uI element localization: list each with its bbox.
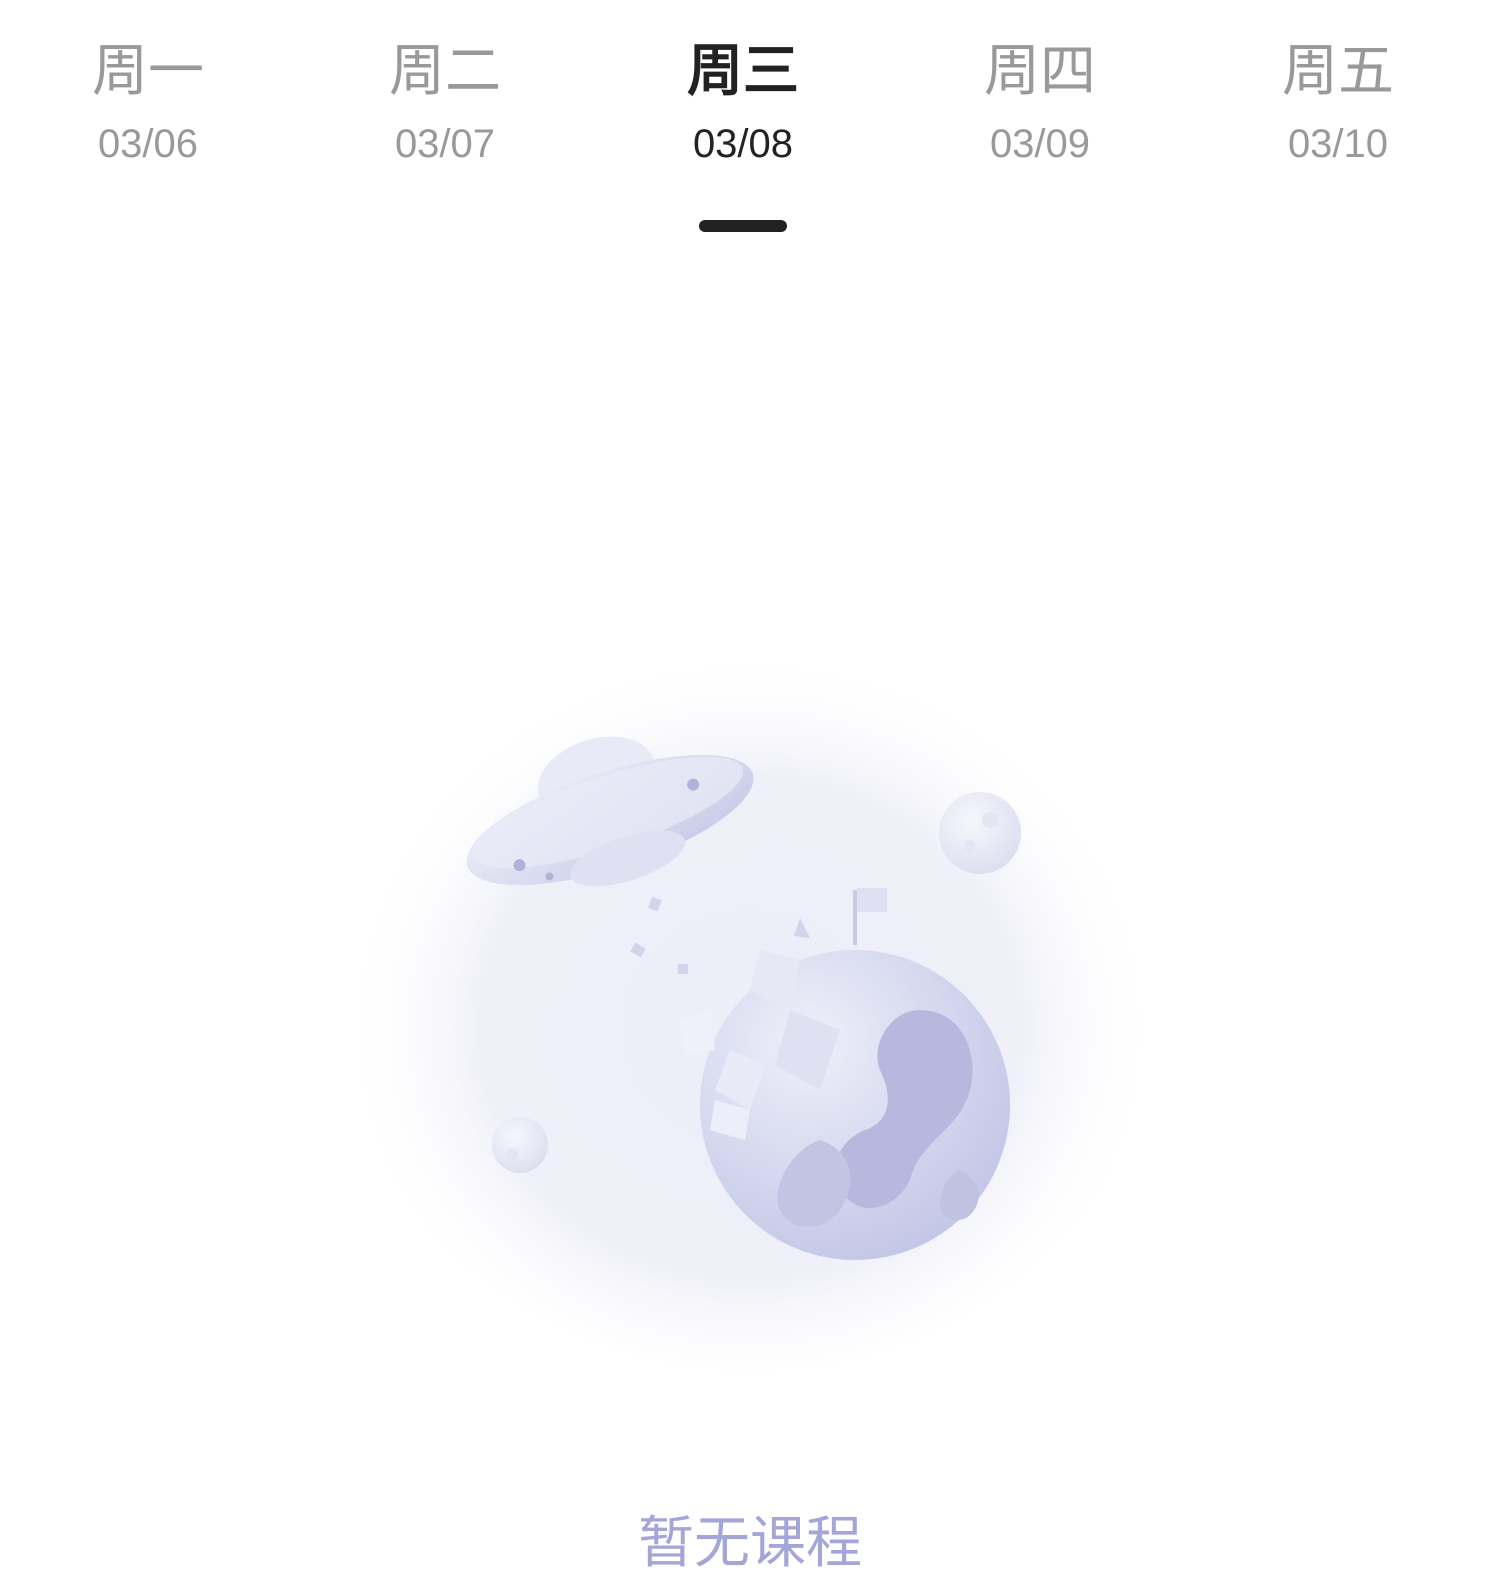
tab-day-name: 周五 [1282,39,1394,104]
tab-date: 03/08 [692,122,794,166]
tab-date: 03/06 [97,122,199,166]
tab-day-name: 周三 [687,39,799,104]
tab-thursday[interactable]: 周四 03/09 [940,36,1140,170]
tab-friday[interactable]: 周五 03/10 [1238,36,1438,170]
active-tab-indicator [699,220,787,232]
empty-state-message: 暂无课程 [638,1511,862,1576]
tab-date: 03/09 [989,122,1091,166]
tab-day-name: 周四 [984,39,1096,104]
tab-wednesday[interactable]: 周三 03/08 [643,36,843,170]
ufo-planet-illustration [340,610,1160,1370]
tab-tuesday[interactable]: 周二 03/07 [345,36,545,170]
small-moon-icon [492,1117,548,1173]
tab-day-name: 周二 [389,39,501,104]
tab-monday[interactable]: 周一 03/06 [48,36,248,170]
tab-date: 03/10 [1287,122,1389,166]
tab-day-name: 周一 [92,39,204,104]
tab-date: 03/07 [394,122,496,166]
week-day-tabs: 周一 03/06 周二 03/07 周三 03/08 周四 03/09 周五 0… [0,0,1500,240]
moon-icon [939,792,1021,874]
